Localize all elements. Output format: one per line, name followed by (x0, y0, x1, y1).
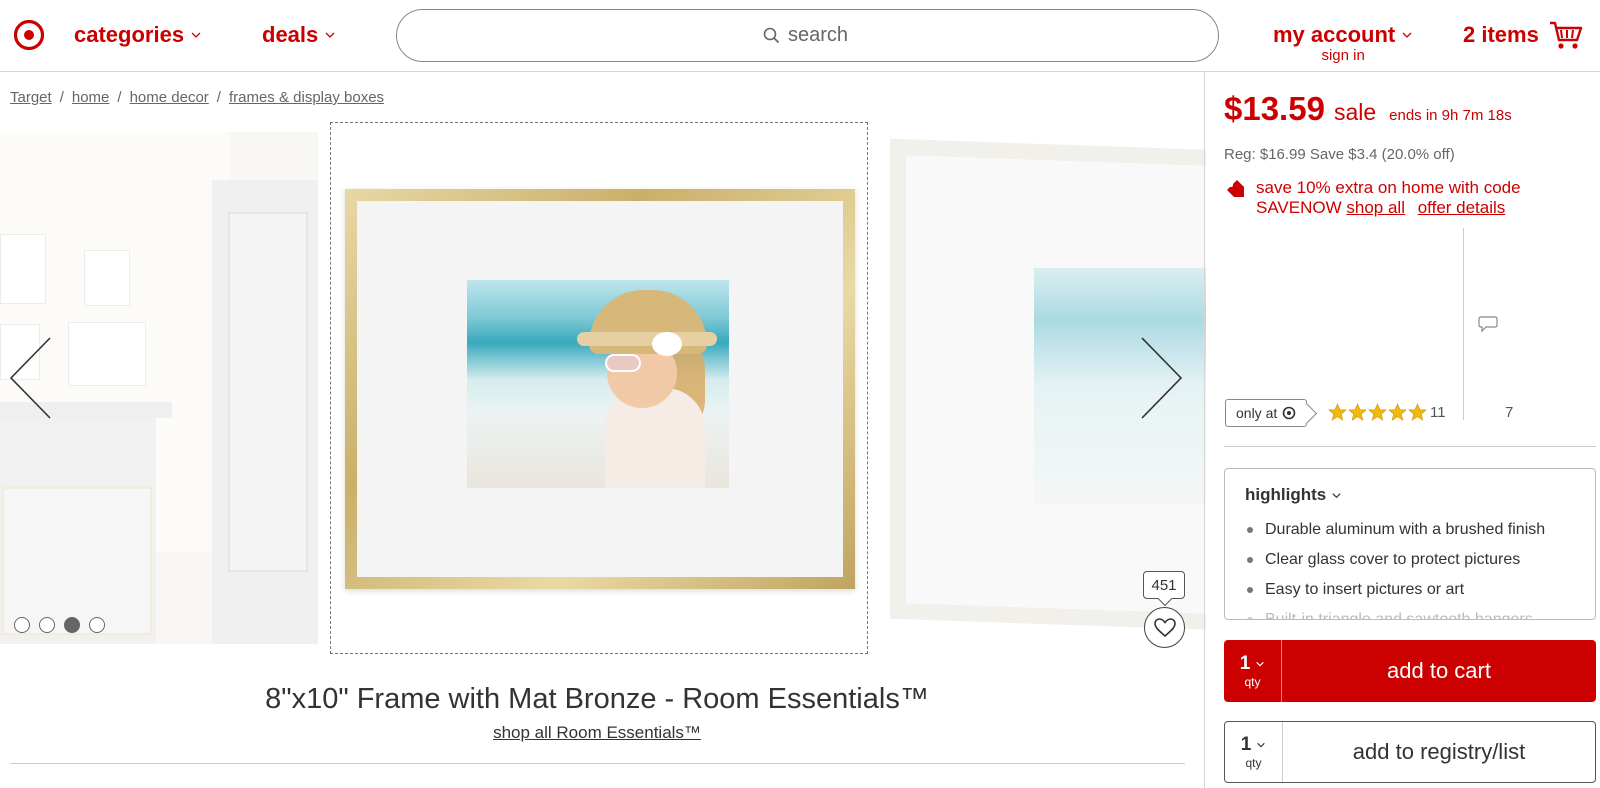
price-block: $13.59 sale ends in 9h 7m 18s (1224, 90, 1512, 128)
cart-button[interactable]: 2 items (1463, 20, 1583, 50)
registry-qty-selector[interactable]: 1 qty (1225, 722, 1283, 782)
promo-offer-details-link[interactable]: offer details (1418, 198, 1506, 217)
add-to-registry-label: add to registry/list (1352, 739, 1526, 764)
photo-ribbon (652, 332, 682, 356)
only-at-label: only at (1236, 405, 1278, 421)
product-frame-image (345, 189, 855, 589)
divider (1224, 446, 1596, 447)
chevron-right-icon[interactable] (1140, 336, 1184, 420)
chevron-down-icon (1257, 742, 1266, 748)
shop-all-brand-link[interactable]: shop all Room Essentials™ (493, 723, 701, 742)
highlights-list: Durable aluminum with a brushed finish C… (1247, 515, 1545, 619)
promo-shop-all-link[interactable]: shop all (1346, 198, 1405, 217)
my-account-label: my account (1273, 22, 1396, 47)
panel-divider (1204, 72, 1205, 788)
breadcrumb-frames[interactable]: frames & display boxes (229, 89, 384, 106)
breadcrumb-home-decor[interactable]: home decor (130, 89, 209, 106)
search-input[interactable] (788, 24, 852, 47)
frame-photo (467, 280, 729, 488)
qty-label: qty (1245, 756, 1262, 770)
rating-count[interactable]: 11 (1430, 404, 1446, 421)
breadcrumb-home[interactable]: home (72, 89, 110, 106)
breadcrumb-separator: / (216, 89, 221, 106)
target-bullseye-icon (1282, 406, 1296, 420)
target-bullseye-icon[interactable] (14, 20, 44, 50)
qty-value: 1 (1239, 653, 1251, 674)
add-to-cart-label: add to cart (1387, 658, 1491, 683)
star-icon (1408, 403, 1427, 421)
chevron-down-icon (1402, 32, 1412, 38)
cart-qty-selector[interactable]: 1 qty (1224, 640, 1282, 702)
promo-offer: save 10% extra on home with code SAVENOW… (1224, 178, 1576, 218)
deals-label: deals (262, 22, 319, 47)
qty-label: qty (1244, 675, 1261, 689)
categories-menu[interactable]: categories (74, 22, 202, 48)
star-icon (1348, 403, 1367, 421)
only-at-target-badge: only at (1225, 399, 1308, 427)
regular-price: Reg: $16.99 Save $3.4 (20.0% off) (1224, 146, 1455, 163)
photo-sunglasses (605, 354, 641, 372)
carousel-dots (14, 617, 105, 633)
star-icon (1388, 403, 1407, 421)
carousel-dot[interactable] (39, 617, 55, 633)
chevron-down-icon (325, 32, 335, 38)
chevron-down-icon (1256, 661, 1265, 667)
divider (1463, 228, 1464, 420)
cart-icon (1549, 21, 1583, 49)
star-rating[interactable] (1328, 403, 1427, 422)
chevron-down-icon (191, 32, 201, 38)
carousel-dot[interactable] (14, 617, 30, 633)
sale-label: sale (1333, 99, 1377, 125)
frame-mat (357, 201, 843, 577)
sale-timer: ends in 9h 7m 18s (1389, 107, 1512, 124)
carousel-dot[interactable] (89, 617, 105, 633)
star-icon (1328, 403, 1347, 421)
site-header: categories deals my account sign in 2 it… (0, 0, 1600, 72)
chevron-left-icon[interactable] (8, 336, 52, 420)
cart-count: 2 items (1463, 22, 1539, 47)
divider (10, 763, 1185, 764)
qty-value: 1 (1240, 734, 1252, 755)
add-to-cart-button[interactable]: 1 qty add to cart (1224, 640, 1596, 702)
search-icon (763, 27, 780, 44)
breadcrumb-target[interactable]: Target (10, 89, 52, 106)
carousel-slide-current[interactable] (330, 122, 868, 654)
chevron-down-icon (1332, 492, 1341, 498)
favorite-button[interactable] (1144, 607, 1185, 648)
categories-label: categories (74, 22, 185, 47)
search-bar[interactable] (396, 9, 1219, 62)
breadcrumb: Target / home / home decor / frames & di… (10, 89, 384, 106)
deals-menu[interactable]: deals (262, 22, 336, 48)
highlight-item: Durable aluminum with a brushed finish (1247, 515, 1545, 545)
sale-price: $13.59 (1224, 90, 1325, 127)
heart-icon (1153, 617, 1176, 637)
question-count[interactable]: 7 (1505, 404, 1513, 421)
photo-hat-brim (577, 332, 717, 346)
favorite-count: 451 (1143, 571, 1185, 599)
breadcrumb-separator: / (117, 89, 122, 106)
highlight-item: Clear glass cover to protect pictures (1247, 545, 1545, 575)
highlights-panel: highlights Durable aluminum with a brush… (1224, 468, 1596, 620)
highlight-item: Built-in triangle and sawtooth hangers (1247, 605, 1545, 619)
add-to-registry-button[interactable]: 1 qty add to registry/list (1224, 721, 1596, 783)
price-tag-icon (1227, 180, 1244, 197)
highlights-toggle[interactable]: highlights (1245, 485, 1342, 505)
sign-in-link[interactable]: sign in (1273, 47, 1413, 64)
highlights-heading: highlights (1245, 485, 1327, 504)
product-title: 8"x10" Frame with Mat Bronze - Room Esse… (265, 683, 929, 715)
my-account-menu[interactable]: my account sign in (1273, 22, 1413, 64)
question-bubble-icon[interactable] (1478, 315, 1498, 333)
star-icon (1368, 403, 1387, 421)
breadcrumb-separator: / (59, 89, 64, 106)
carousel-dot-active[interactable] (64, 617, 80, 633)
highlight-item: Easy to insert pictures or art (1247, 575, 1545, 605)
